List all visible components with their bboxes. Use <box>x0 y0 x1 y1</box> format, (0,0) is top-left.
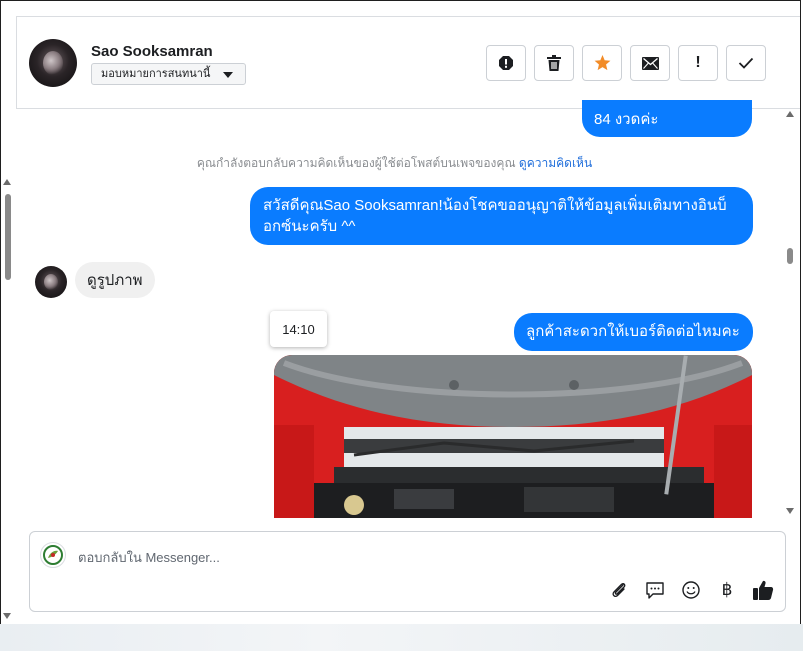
saved-reply-icon[interactable] <box>644 579 666 601</box>
message-image[interactable] <box>274 355 752 518</box>
timestamp-tooltip: 14:10 <box>270 311 327 347</box>
exclamation-icon: ! <box>695 54 701 71</box>
sender-avatar[interactable] <box>35 266 67 298</box>
message-text: ดูรูปภาพ <box>87 272 143 289</box>
mark-unread-button[interactable] <box>630 45 670 81</box>
reply-composer: ตอบกลับใน Messenger... ฿ <box>29 531 786 612</box>
alert-circle-icon <box>499 56 513 70</box>
message-bubble-outgoing[interactable]: ลูกค้าสะดวกให้เบอร์ติดต่อไหมคะ <box>514 313 753 351</box>
left-divider <box>16 16 17 108</box>
top-divider <box>16 16 800 17</box>
message-bubble-incoming[interactable]: ดูรูปภาพ <box>75 262 155 298</box>
contact-name[interactable]: Sao Sooksamran <box>91 43 213 60</box>
chevron-down-icon <box>223 72 233 78</box>
message-input[interactable]: ตอบกลับใน Messenger... <box>78 547 220 568</box>
message-text: ลูกค้าสะดวกให้เบอร์ติดต่อไหมคะ <box>526 323 740 340</box>
thumbs-up-icon[interactable] <box>752 579 774 601</box>
star-icon <box>594 55 610 71</box>
paperclip-icon[interactable] <box>608 579 630 601</box>
scroll-down-arrow-right[interactable] <box>786 508 794 514</box>
scroll-down-arrow-left[interactable] <box>3 613 11 619</box>
view-comment-link[interactable]: ดูความคิดเห็น <box>519 156 592 170</box>
check-icon <box>738 57 754 69</box>
page-avatar <box>40 542 66 568</box>
message-bubble-outgoing[interactable]: 84 งวดค่ะ <box>582 100 752 137</box>
contact-avatar[interactable] <box>29 39 77 87</box>
system-note: คุณกำลังตอบกลับความคิดเห็นของผู้ใช้ต่อโพ… <box>0 154 789 173</box>
follow-up-button[interactable]: ! <box>678 45 718 81</box>
car-engine-photo <box>274 355 752 518</box>
star-button[interactable] <box>582 45 622 81</box>
message-text: สวัสดีคุณSao Sooksamran!น้องโชคขออนุญาติ… <box>263 197 727 235</box>
assign-label: มอบหมายการสนทนานี้ <box>101 68 211 80</box>
scroll-up-arrow-right[interactable] <box>786 111 794 117</box>
message-bubble-outgoing[interactable]: สวัสดีคุณSao Sooksamran!น้องโชคขออนุญาติ… <box>250 187 753 245</box>
baht-icon[interactable]: ฿ <box>716 579 738 601</box>
message-text: 84 งวดค่ะ <box>594 111 659 128</box>
page-logo-icon <box>43 545 63 565</box>
delete-button[interactable] <box>534 45 574 81</box>
scrollbar-thumb-left[interactable] <box>5 194 11 280</box>
mark-done-button[interactable] <box>726 45 766 81</box>
assign-conversation-dropdown[interactable]: มอบหมายการสนทนานี้ <box>91 63 246 85</box>
system-note-text: คุณกำลังตอบกลับความคิดเห็นของผู้ใช้ต่อโพ… <box>196 156 516 170</box>
scrollbar-thumb-right[interactable] <box>787 248 793 264</box>
trash-icon <box>547 55 561 71</box>
scroll-up-arrow-left[interactable] <box>3 179 11 185</box>
envelope-icon <box>641 56 659 70</box>
spam-button[interactable] <box>486 45 526 81</box>
bottom-bar <box>0 624 803 651</box>
emoji-icon[interactable] <box>680 579 702 601</box>
